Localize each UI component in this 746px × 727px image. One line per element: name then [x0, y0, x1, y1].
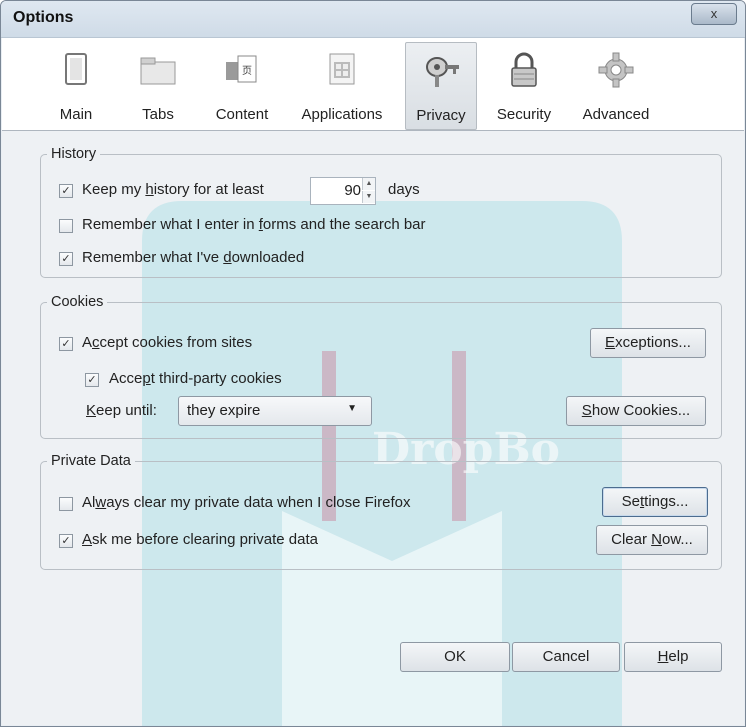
always-clear-checkbox[interactable] [59, 497, 73, 511]
keep-until-dropdown[interactable]: they expire ▼ [178, 396, 372, 426]
keep-history-label: Keep my history for at least [82, 181, 264, 198]
dropdown-arrow-icon: ▼ [347, 403, 357, 414]
ok-button[interactable]: OK [400, 642, 510, 672]
accept-cookies-label: Accept cookies from sites [82, 334, 253, 351]
applications-icon [329, 53, 355, 85]
tab-applications[interactable]: Applications [290, 42, 394, 128]
tab-security-label: Security [496, 106, 552, 123]
keep-until-label: Keep until: [86, 402, 157, 419]
private-data-legend: Private Data [51, 453, 131, 469]
window-icon [65, 53, 87, 85]
days-label: days [388, 181, 420, 198]
tab-advanced[interactable]: Advanced [576, 42, 656, 128]
tab-advanced-label: Advanced [582, 106, 650, 123]
tab-main-label: Main [59, 106, 93, 123]
tab-content-label: Content [215, 106, 269, 123]
gear-icon [598, 52, 634, 88]
content-icon: 页 [226, 55, 257, 83]
history-days-value: 90 [344, 182, 361, 199]
keep-history-checkbox[interactable]: ✓ [59, 184, 73, 198]
options-window: Options x Main Tabs 页 Content Applicatio… [0, 0, 746, 727]
keep-until-value: they expire [187, 402, 261, 419]
window-title: Options [13, 9, 74, 26]
show-cookies-button[interactable]: Show Cookies... [566, 396, 706, 426]
history-legend: History [51, 146, 97, 162]
accept-third-party-checkbox[interactable]: ✓ [85, 373, 99, 387]
tab-content[interactable]: 页 Content [206, 42, 278, 128]
pane-toolbar: Main Tabs 页 Content Applications Privacy… [2, 38, 744, 131]
svg-text:页: 页 [242, 65, 252, 77]
tab-privacy-label: Privacy [416, 107, 466, 124]
folder-tabs-icon [140, 57, 176, 85]
padlock-icon [511, 52, 537, 87]
tab-tabs[interactable]: Tabs [128, 42, 188, 128]
privacy-pane: DropBo History ✓ Keep my history for at … [2, 131, 744, 726]
tab-tabs-label: Tabs [142, 106, 174, 123]
mask-key-icon [426, 57, 459, 87]
history-days-spinner[interactable]: 90 ▲ ▼ [310, 177, 376, 205]
remember-downloads-checkbox[interactable]: ✓ [59, 252, 73, 266]
remember-forms-label: Remember what I enter in forms and the s… [82, 216, 426, 233]
exceptions-button[interactable]: Exceptions... [590, 328, 706, 358]
remember-downloads-label: Remember what I've downloaded [82, 249, 305, 266]
help-button[interactable]: Help [624, 642, 722, 672]
cookies-legend: Cookies [51, 294, 104, 310]
accept-third-party-label: Accept third-party cookies [109, 370, 282, 387]
tab-privacy[interactable]: Privacy [405, 42, 477, 130]
remember-forms-checkbox[interactable] [59, 219, 73, 233]
tab-security[interactable]: Security [488, 42, 560, 128]
clear-now-button[interactable]: Clear Now... [596, 525, 708, 555]
tab-main[interactable]: Main [50, 42, 102, 128]
ask-before-label: Ask me before clearing private data [82, 531, 318, 548]
settings-button[interactable]: Settings... [602, 487, 708, 517]
ask-before-checkbox[interactable]: ✓ [59, 534, 73, 548]
close-icon: x [710, 6, 718, 21]
title-bar: Options x [1, 1, 745, 38]
accept-cookies-checkbox[interactable]: ✓ [59, 337, 73, 351]
cancel-button[interactable]: Cancel [512, 642, 620, 672]
tab-applications-label: Applications [301, 106, 383, 123]
close-button[interactable]: x [691, 3, 737, 25]
always-clear-label: Always clear my private data when I clos… [82, 494, 411, 511]
spin-down-icon[interactable]: ▼ [362, 191, 375, 203]
spin-up-icon[interactable]: ▲ [362, 178, 375, 190]
